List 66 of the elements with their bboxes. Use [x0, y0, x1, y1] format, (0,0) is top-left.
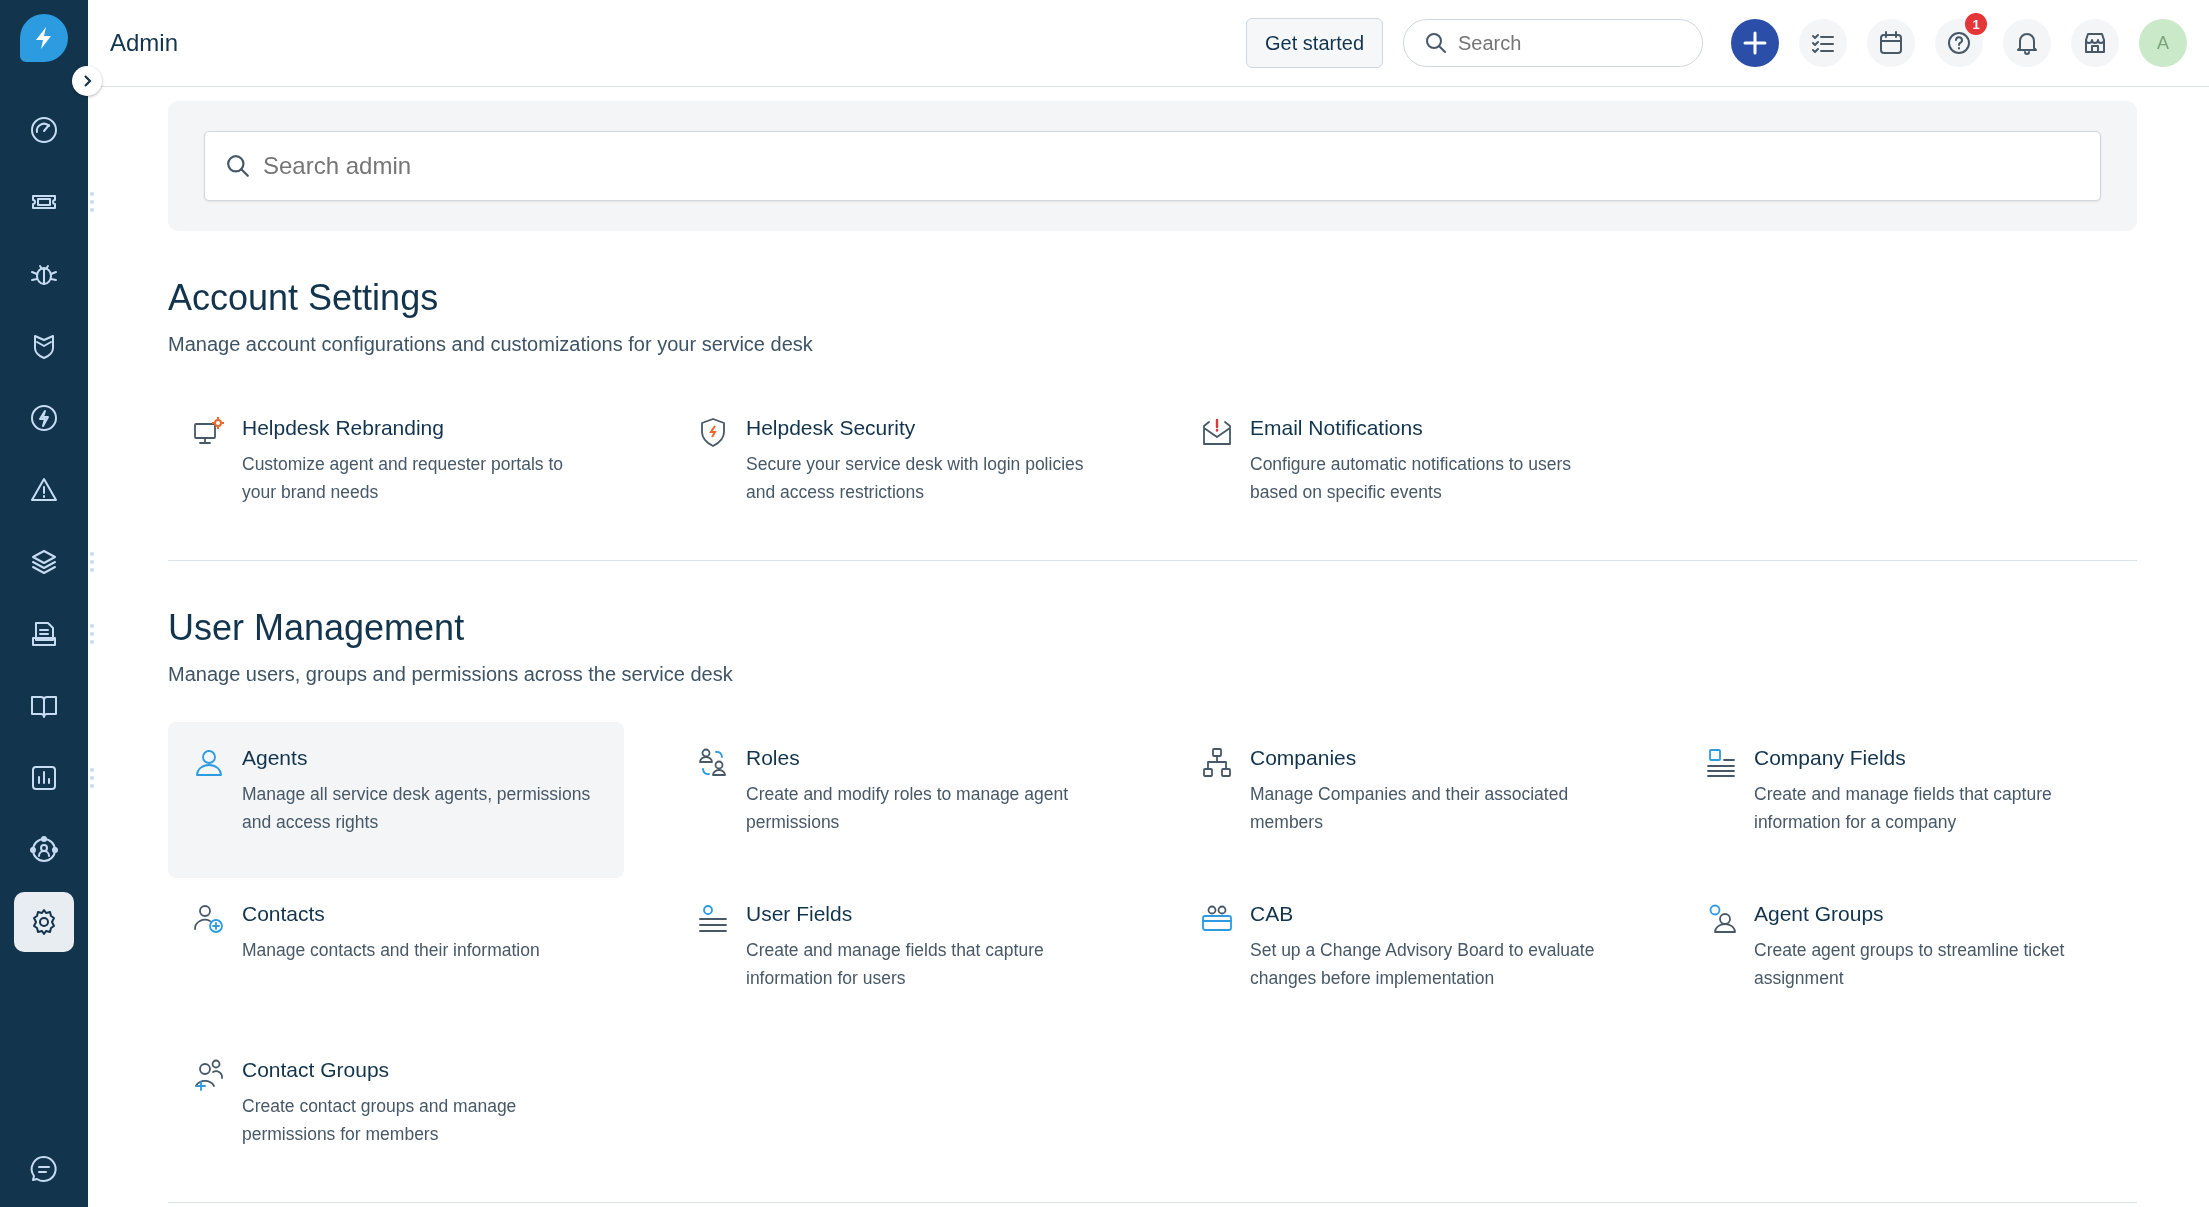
settings-item[interactable]: Helpdesk Rebranding Customize agent and requester portals to your brand needs: [168, 392, 624, 548]
item-description: Create contact groups and manage permissions for members: [242, 1095, 518, 1146]
sidebar-item[interactable]: [14, 892, 74, 952]
settings-item[interactable]: CAB Set up a Change Advisory Board to evaluate changes before implementation: [1176, 878, 1632, 1034]
hierarchy-icon: [1200, 746, 1234, 780]
section-subtitle: Manage account configurations and customizations for your service desk: [168, 333, 814, 356]
lightning-icon: [28, 402, 60, 434]
task-list-button[interactable]: [1799, 19, 1847, 67]
item-title: Agents: [242, 746, 309, 770]
form-fields-icon: [1704, 746, 1738, 780]
calendar-button[interactable]: [1867, 19, 1915, 67]
help-icon: [1946, 30, 1972, 56]
bell-icon: [2014, 30, 2040, 56]
section-title: Account Settings: [168, 277, 440, 319]
item-title: User Fields: [746, 902, 854, 926]
people-add-icon: [192, 1058, 226, 1092]
item-title: Companies: [1250, 746, 1358, 770]
item-title: Helpdesk Security: [746, 416, 917, 440]
settings-item[interactable]: Agents Manage all service desk agents, permissions and access rights: [168, 722, 624, 878]
admin-search-field[interactable]: Search admin: [204, 131, 2101, 201]
item-title: Roles: [746, 746, 801, 770]
calendar-icon: [1878, 30, 1904, 56]
logo-icon[interactable]: [20, 14, 68, 62]
item-description: Set up a Change Advisory Board to evaluate changes before implementation: [1250, 939, 1596, 990]
item-title: Helpdesk Rebranding: [242, 416, 445, 440]
item-description: Customize agent and requester portals to your brand needs: [242, 453, 564, 504]
item-description: Secure your service desk with login policies and access restrictions: [746, 453, 1085, 504]
item-description: Configure automatic notifications to users based on specific events: [1250, 453, 1572, 504]
item-title: Contacts: [242, 902, 326, 926]
settings-item[interactable]: Agent Groups Create agent groups to streamline ticket assignment: [1680, 878, 2136, 1034]
store-button[interactable]: [2071, 19, 2119, 67]
item-description: Create agent groups to streamline ticket assignment: [1754, 939, 2066, 990]
settings-item[interactable]: Email Notifications Configure automatic notifications to users based on specific events: [1176, 392, 1632, 548]
item-title: Contact Groups: [242, 1058, 391, 1082]
help-button[interactable]: [1935, 19, 1983, 67]
expand-button[interactable]: [72, 66, 102, 96]
item-title: Company Fields: [1754, 746, 1907, 770]
settings-item[interactable]: Contact Groups Create contact groups and manage permissions for members: [168, 1034, 624, 1190]
notification-badge: 1: [1965, 13, 1987, 35]
plus-icon: [1742, 30, 1768, 56]
item-title: CAB: [1250, 902, 1295, 926]
get-started-button[interactable]: Get started: [1246, 18, 1383, 68]
item-description: Manage Companies and their associated members: [1250, 783, 1570, 834]
settings-item[interactable]: Companies Manage Companies and their associated members: [1176, 722, 1632, 878]
settings-item[interactable]: Contacts Manage contacts and their information: [168, 878, 624, 1034]
add-button[interactable]: [1731, 19, 1779, 67]
page-title: Admin: [110, 29, 180, 57]
item-description: Create and manage fields that capture information for a company: [1754, 783, 2053, 834]
item-title: Email Notifications: [1250, 416, 1424, 440]
storefront-icon: [2082, 30, 2108, 56]
chat-icon[interactable]: [28, 1153, 60, 1185]
item-description: Manage contacts and their information: [242, 939, 540, 962]
settings-item[interactable]: Helpdesk Security Secure your service desk with login policies and access restrictions: [672, 392, 1128, 548]
person-add-icon: [192, 902, 226, 936]
settings-item[interactable]: User Fields Create and manage fields that capture information for users: [672, 878, 1128, 1034]
settings-item[interactable]: Company Fields Create and manage fields that capture information for a company: [1680, 722, 2136, 878]
search-field[interactable]: Search: [1403, 19, 1703, 67]
item-description: Create and manage fields that capture information for users: [746, 939, 1045, 990]
settings-item[interactable]: Roles Create and modify roles to manage agent permissions: [672, 722, 1128, 878]
item-title: Agent Groups: [1754, 902, 1885, 926]
item-description: Manage all service desk agents, permissions and access rights: [242, 783, 592, 834]
section-title: User Management: [168, 607, 466, 649]
notifications-button[interactable]: [2003, 19, 2051, 67]
gauge-icon: [28, 114, 60, 146]
item-description: Create and modify roles to manage agent permissions: [746, 783, 1069, 834]
section-subtitle: Manage users, groups and permissions across the service desk: [168, 663, 734, 686]
